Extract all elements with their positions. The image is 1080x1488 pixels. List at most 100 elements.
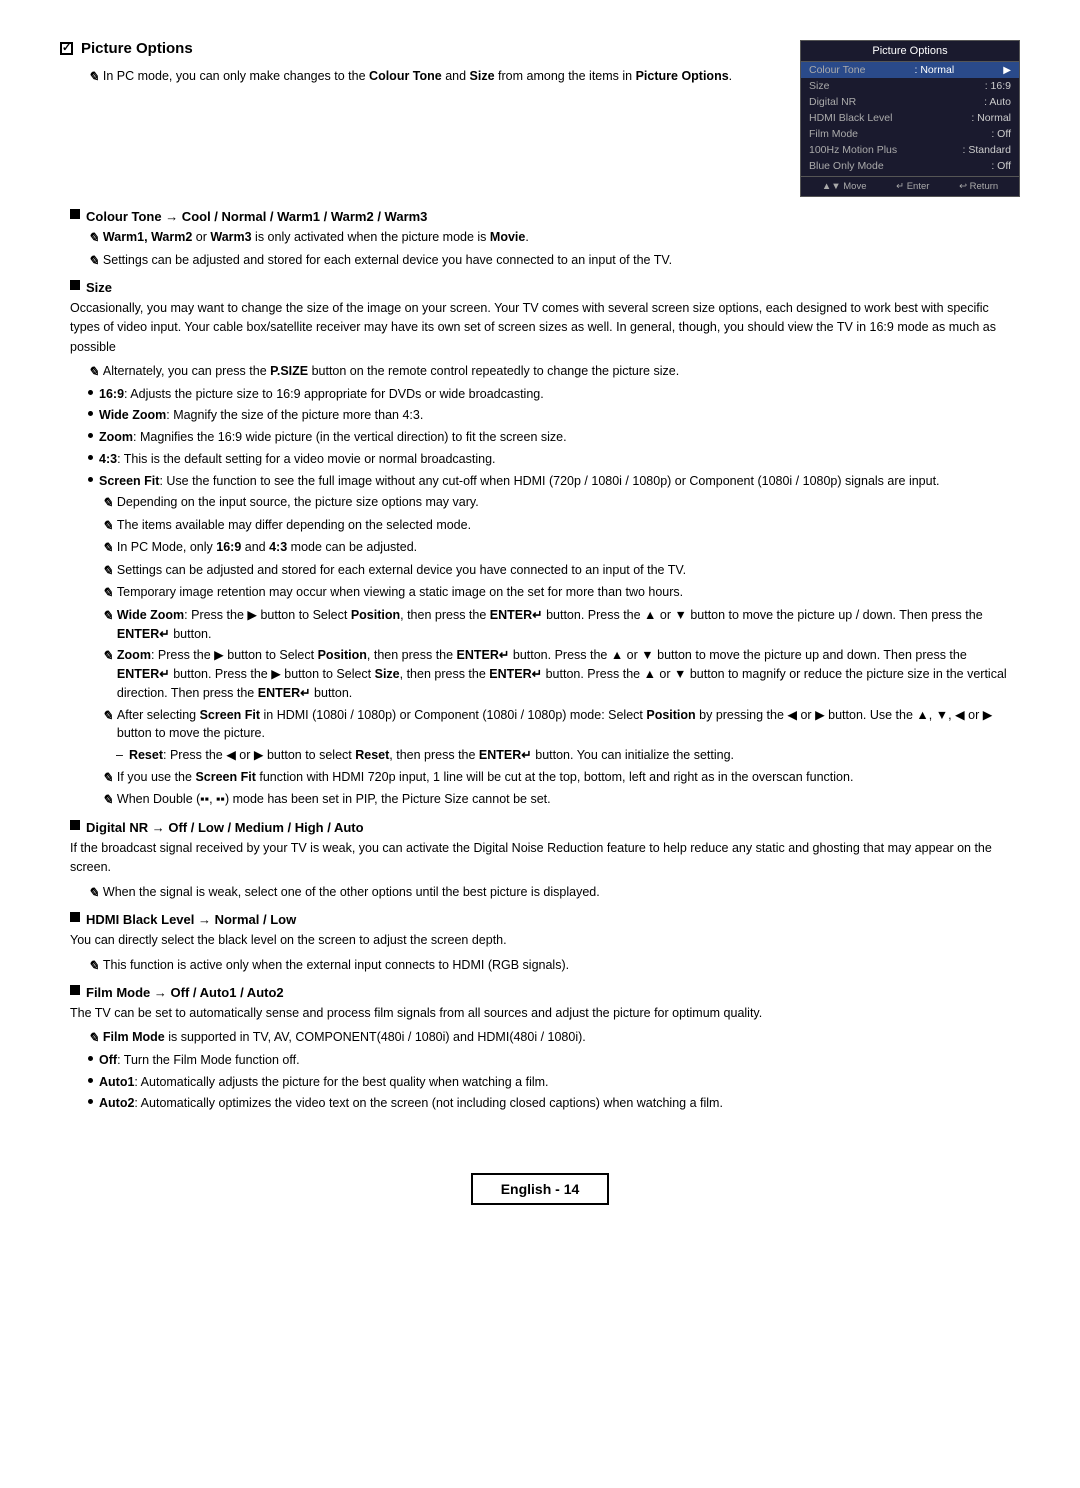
bullet-dot-zoom (88, 433, 93, 438)
bullet-43-text: 4:3: This is the default setting for a v… (99, 450, 496, 469)
hdmi-black-note-text: This function is active only when the ex… (103, 956, 569, 975)
picture-options-box: Picture Options Colour Tone : Normal ▶ S… (800, 40, 1020, 197)
bullet-dot-off (88, 1056, 93, 1061)
size-section: Size Occasionally, you may want to chang… (60, 280, 1020, 810)
sub-note-sf-detail-text: After selecting Screen Fit in HDMI (1080… (117, 706, 1020, 744)
digital-nr-note-text: When the signal is weak, select one of t… (103, 883, 600, 902)
bullet-169-text: 16:9: Adjusts the picture size to 16:9 a… (99, 385, 544, 404)
sub-note-1-text: Depending on the input source, the pictu… (117, 493, 479, 512)
hdmi-black-subsection: HDMI Black Level → Normal / Low (70, 912, 1020, 927)
sub-note-4: ✎ Settings can be adjusted and stored fo… (102, 561, 1020, 581)
po-label-film-mode: Film Mode (809, 128, 858, 140)
note-icon-intro: ✎ (88, 67, 99, 87)
po-row-colour-tone: Colour Tone : Normal ▶ (801, 62, 1019, 78)
sub-note-widezoom-text: Wide Zoom: Press the ▶ button to Select … (117, 606, 1020, 644)
po-label-100hz: 100Hz Motion Plus (809, 144, 897, 156)
note-icon-sf-detail: ✎ (102, 706, 113, 726)
note-icon-film: ✎ (88, 1028, 99, 1048)
po-row-100hz: 100Hz Motion Plus : Standard (801, 142, 1019, 158)
digital-nr-body: If the broadcast signal received by your… (70, 839, 1020, 878)
black-square-dnr (70, 820, 80, 830)
black-square-size (70, 280, 80, 290)
sub-note-zoom-detail-text: Zoom: Press the ▶ button to Select Posit… (117, 646, 1020, 702)
intro-note-text: In PC mode, you can only make changes to… (103, 67, 732, 86)
sub-note-2: ✎ The items available may differ dependi… (102, 516, 1020, 536)
film-mode-subsection: Film Mode → Off / Auto1 / Auto2 (70, 985, 1020, 1000)
po-label-blue-only: Blue Only Mode (809, 160, 884, 172)
bullet-dot-screenfit (88, 477, 93, 482)
film-bullet-off-text: Off: Turn the Film Mode function off. (99, 1051, 300, 1070)
note-icon-psize: ✎ (88, 362, 99, 382)
hdmi-black-label: HDMI Black Level → Normal / Low (86, 912, 296, 927)
po-row-hdmi-black: HDMI Black Level : Normal (801, 110, 1019, 126)
note-icon-pip: ✎ (102, 790, 113, 810)
colour-tone-note2-text: Settings can be adjusted and stored for … (103, 251, 672, 270)
size-label: Size (86, 280, 112, 295)
colour-tone-section: Colour Tone → Cool / Normal / Warm1 / Wa… (60, 209, 1020, 270)
section-title-text: Picture Options (81, 40, 193, 57)
note-icon-hdmi: ✎ (88, 956, 99, 976)
film-bullet-auto2-text: Auto2: Automatically optimizes the video… (99, 1094, 723, 1113)
intro-note-line: ✎ In PC mode, you can only make changes … (88, 67, 780, 87)
po-row-size: Size : 16:9 (801, 78, 1019, 94)
sub-note-2-text: The items available may differ depending… (117, 516, 471, 535)
po-label-size: Size (809, 80, 829, 92)
po-row-blue-only: Blue Only Mode : Off (801, 158, 1019, 174)
psize-note-text: Alternately, you can press the P.SIZE bu… (103, 362, 679, 381)
note-icon-ct1: ✎ (88, 228, 99, 248)
sub-note-4-text: Settings can be adjusted and stored for … (117, 561, 686, 580)
film-mode-note: ✎ Film Mode is supported in TV, AV, COMP… (88, 1028, 1020, 1048)
digital-nr-note: ✎ When the signal is weak, select one of… (88, 883, 1020, 903)
bullet-zoom: Zoom: Magnifies the 16:9 wide picture (i… (88, 428, 1020, 447)
film-mode-section: Film Mode → Off / Auto1 / Auto2 The TV c… (60, 985, 1020, 1113)
page-wrapper: Picture Options ✎ In PC mode, you can on… (60, 40, 1020, 1205)
footer-bar: English - 14 (60, 1173, 1020, 1205)
sub-note-5: ✎ Temporary image retention may occur wh… (102, 583, 1020, 603)
note-icon-sn3: ✎ (102, 538, 113, 558)
bullet-screenfit: Screen Fit: Use the function to see the … (88, 472, 1020, 491)
bullet-dot-43 (88, 455, 93, 460)
sub-note-3: ✎ In PC Mode, only 16:9 and 4:3 mode can… (102, 538, 1020, 558)
film-mode-label: Film Mode → Off / Auto1 / Auto2 (86, 985, 284, 1000)
sub-note-pip: ✎ When Double (▪▪, ▪▪) mode has been set… (102, 790, 1020, 810)
po-footer-move: ▲▼ Move (822, 181, 867, 192)
note-icon-sn4: ✎ (102, 561, 113, 581)
bullet-dot-169 (88, 390, 93, 395)
po-row-film-mode: Film Mode : Off (801, 126, 1019, 142)
dash-symbol: – (116, 746, 123, 765)
sub-note-screenfit-detail: ✎ After selecting Screen Fit in HDMI (10… (102, 706, 1020, 744)
po-footer-enter: ↵ Enter (896, 181, 929, 192)
po-row-digital-nr: Digital NR : Auto (801, 94, 1019, 110)
note-icon-sn1: ✎ (102, 493, 113, 513)
note-icon-sn2: ✎ (102, 516, 113, 536)
bullet-dot-widezoom (88, 411, 93, 416)
po-label-digital-nr: Digital NR (809, 96, 856, 108)
note-icon-widezoom: ✎ (102, 606, 113, 626)
sub-note-720p-text: If you use the Screen Fit function with … (117, 768, 854, 787)
checkbox-icon (60, 42, 73, 55)
sub-note-zoom-detail: ✎ Zoom: Press the ▶ button to Select Pos… (102, 646, 1020, 702)
bullet-dot-auto1 (88, 1078, 93, 1083)
colour-tone-note1-text: Warm1, Warm2 or Warm3 is only activated … (103, 228, 529, 247)
colour-tone-note1: ✎ Warm1, Warm2 or Warm3 is only activate… (88, 228, 1020, 248)
note-icon-zoom-detail: ✎ (102, 646, 113, 666)
po-arrow-colour-tone: ▶ (1003, 65, 1011, 76)
film-bullet-auto1-text: Auto1: Automatically adjusts the picture… (99, 1073, 549, 1092)
po-label-hdmi-black: HDMI Black Level (809, 112, 892, 124)
digital-nr-subsection: Digital NR → Off / Low / Medium / High /… (70, 820, 1020, 835)
digital-nr-section: Digital NR → Off / Low / Medium / High /… (60, 820, 1020, 902)
black-square-hdmi (70, 912, 80, 922)
bullet-widezoom: Wide Zoom: Magnify the size of the pictu… (88, 406, 1020, 425)
colour-tone-subsection: Colour Tone → Cool / Normal / Warm1 / Wa… (70, 209, 1020, 224)
sub-note-widezoom: ✎ Wide Zoom: Press the ▶ button to Selec… (102, 606, 1020, 644)
header-row: Picture Options ✎ In PC mode, you can on… (60, 40, 1020, 197)
bullet-widezoom-text: Wide Zoom: Magnify the size of the pictu… (99, 406, 423, 425)
film-mode-note-text: Film Mode is supported in TV, AV, COMPON… (103, 1028, 586, 1047)
note-icon-dnr: ✎ (88, 883, 99, 903)
reset-line: – Reset: Press the ◀ or ▶ button to sele… (116, 746, 1020, 765)
black-square-film (70, 985, 80, 995)
digital-nr-label: Digital NR → Off / Low / Medium / High /… (86, 820, 364, 835)
po-title: Picture Options (801, 41, 1019, 62)
note-icon-sn5: ✎ (102, 583, 113, 603)
hdmi-black-body: You can directly select the black level … (70, 931, 1020, 950)
